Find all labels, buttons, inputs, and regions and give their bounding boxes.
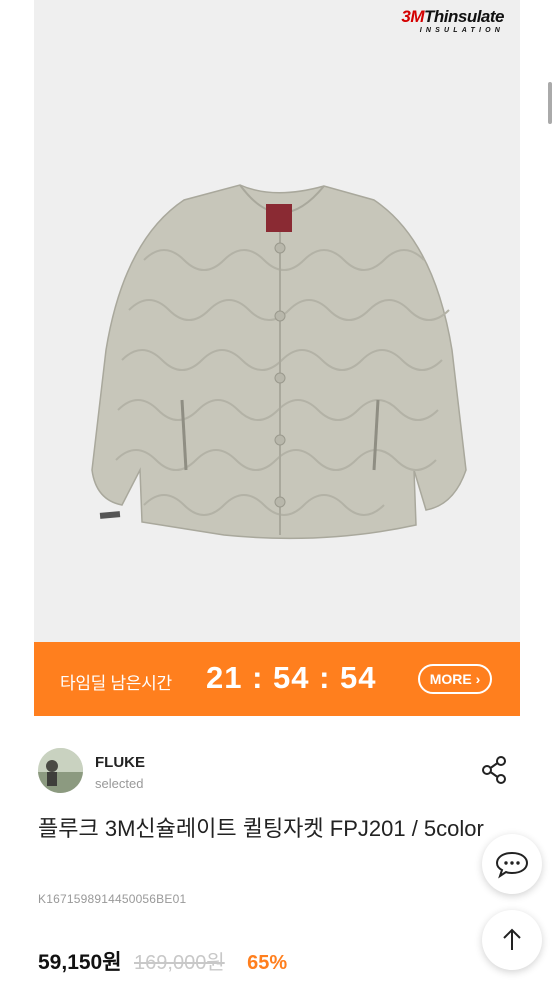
- seller-name[interactable]: FLUKE: [95, 754, 145, 771]
- arrow-up-icon: [503, 928, 521, 950]
- sale-price: 59,150원: [38, 951, 122, 974]
- scrollbar[interactable]: [548, 82, 552, 124]
- discount-rate: 65%: [247, 952, 288, 974]
- timedeal-bar: 타임딜 남은시간 21 : 54 : 54 MORE ›: [34, 642, 520, 716]
- chat-bubble-icon: [495, 851, 529, 879]
- more-label: MORE: [429, 671, 472, 687]
- seller-status: selected: [95, 776, 144, 791]
- product-title: 플루크 3M신슐레이트 퀼팅자켓 FPJ201 / 5color: [38, 816, 484, 841]
- more-button[interactable]: MORE ›: [418, 664, 492, 694]
- product-code: K1671598914450056BE01: [38, 892, 187, 906]
- scroll-top-button[interactable]: [482, 910, 542, 970]
- thinsulate-logo: 3MThinsulate INSULATION: [401, 8, 504, 34]
- price-row: 59,150원 169,000원 65%: [38, 946, 287, 976]
- timedeal-label: 타임딜 남은시간: [60, 674, 172, 693]
- chat-button[interactable]: [482, 834, 542, 894]
- logo-name: Thinsulate: [423, 7, 505, 26]
- product-image[interactable]: 3MThinsulate INSULATION: [34, 0, 520, 642]
- logo-sub: INSULATION: [419, 27, 504, 34]
- chevron-right-icon: ›: [471, 671, 481, 687]
- logo-mark: 3M: [401, 7, 424, 26]
- jacket-image: [91, 184, 467, 540]
- seller-info[interactable]: FLUKE selected: [38, 748, 518, 794]
- share-icon[interactable]: [478, 754, 510, 786]
- original-price: 169,000원: [134, 952, 225, 974]
- timedeal-countdown: 21 : 54 : 54: [206, 660, 377, 695]
- avatar[interactable]: [38, 748, 83, 793]
